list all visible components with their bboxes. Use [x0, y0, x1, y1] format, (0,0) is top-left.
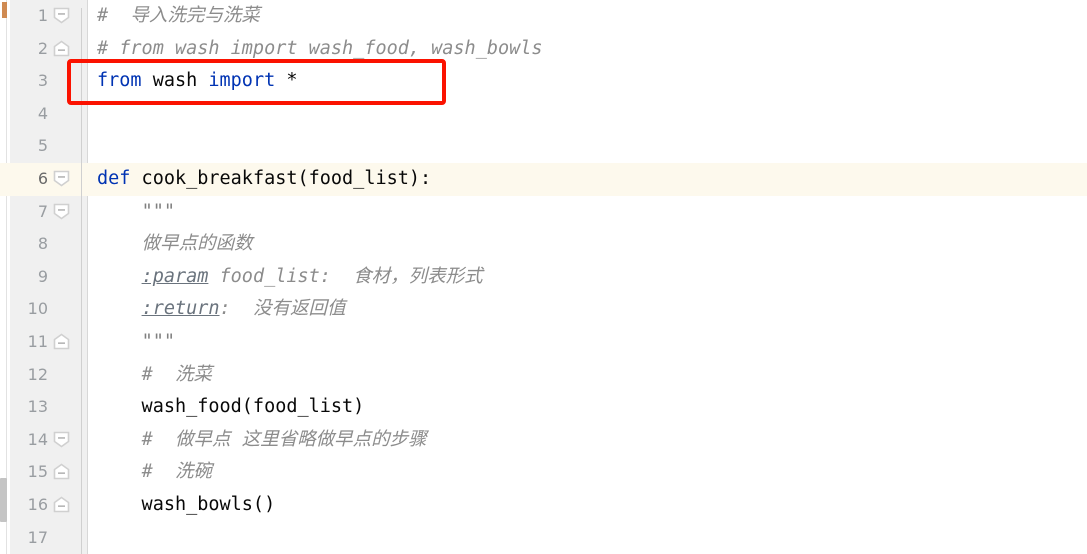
line-number: 14 [27, 429, 48, 449]
code-line-text: wash_bowls() [88, 489, 276, 522]
code-line-text: """ [88, 326, 175, 359]
code-token: def [97, 168, 131, 189]
code-line[interactable] [88, 98, 1087, 131]
line-number: 13 [27, 397, 48, 417]
code-line-text: 做早点的函数 [88, 228, 253, 261]
code-line-text: from wash import * [88, 65, 298, 98]
code-token: # 洗菜 [141, 363, 212, 385]
code-line[interactable]: # 洗碗 [88, 456, 1087, 489]
code-token: """ [141, 200, 175, 222]
code-token: # from wash import wash_food, wash_bowls [97, 37, 543, 59]
code-token: food_list: 食材，列表形式 [208, 265, 483, 287]
code-token: cook_breakfast(food_list): [130, 168, 432, 189]
code-line-text: # 做早点 这里省略做早点的步骤 [88, 424, 427, 457]
line-number: 3 [37, 71, 48, 91]
fold-start-icon[interactable] [53, 7, 70, 24]
fold-start-icon[interactable] [53, 203, 70, 220]
fold-connector-line [81, 8, 82, 554]
line-number: 2 [37, 38, 48, 58]
code-token: # 洗碗 [141, 461, 212, 483]
line-number: 7 [37, 201, 48, 221]
code-line[interactable]: # from wash import wash_food, wash_bowls [88, 33, 1087, 66]
code-token: * [275, 70, 298, 92]
code-line[interactable]: from wash import * [88, 65, 1087, 98]
fold-start-icon[interactable] [53, 431, 70, 448]
code-line-text: :param food_list: 食材，列表形式 [88, 261, 483, 294]
line-number: 16 [27, 495, 48, 514]
line-number: 10 [27, 299, 48, 319]
fold-end-icon[interactable] [53, 496, 70, 513]
code-token: # [97, 5, 120, 26]
code-token: 导入洗完与洗菜 [119, 5, 260, 26]
code-line[interactable]: :return: 没有返回值 [88, 293, 1087, 326]
code-line[interactable]: # 导入洗完与洗菜 [88, 0, 1087, 33]
line-number: 1 [37, 6, 48, 25]
code-line[interactable]: """ [88, 196, 1087, 229]
line-number: 5 [37, 136, 48, 156]
code-line[interactable]: wash_bowls() [88, 489, 1087, 522]
code-line[interactable]: # 做早点 这里省略做早点的步骤 [88, 424, 1087, 457]
code-line-text: # 导入洗完与洗菜 [88, 0, 260, 33]
code-line-text: wash_food(food_list) [88, 391, 365, 424]
fold-start-icon[interactable] [53, 170, 70, 187]
line-number: 8 [37, 234, 48, 254]
code-token: """ [141, 331, 175, 352]
code-token: wash_food(food_list) [97, 396, 365, 418]
code-token: from [97, 70, 142, 92]
code-token: import [208, 70, 276, 92]
code-token: :return [141, 298, 220, 320]
code-line-text: # 洗碗 [88, 456, 212, 489]
code-line[interactable]: """ [88, 326, 1087, 359]
code-token: 做早点的函数 [141, 233, 253, 255]
code-token: :param [141, 265, 209, 287]
code-line[interactable]: 做早点的函数 [88, 228, 1087, 261]
line-number: 6 [37, 169, 48, 188]
code-line[interactable]: wash_food(food_list) [88, 391, 1087, 424]
code-line[interactable]: # 洗菜 [88, 359, 1087, 392]
code-line-text: def cook_breakfast(food_list): [88, 163, 431, 196]
line-number: 12 [27, 364, 48, 384]
line-number: 9 [37, 266, 48, 286]
fold-end-icon[interactable] [53, 463, 70, 480]
code-line-text: :return: 没有返回值 [88, 293, 346, 326]
code-token: # 做早点 这里省略做早点的步骤 [141, 428, 427, 450]
line-number: 11 [27, 332, 48, 351]
fold-end-icon[interactable] [53, 40, 70, 57]
code-token: wash [141, 70, 209, 92]
fold-end-icon[interactable] [53, 333, 70, 350]
line-number: 4 [37, 103, 48, 123]
code-line-text: # 洗菜 [88, 359, 212, 392]
code-token: : 没有返回值 [219, 298, 346, 320]
code-line[interactable] [88, 522, 1087, 554]
line-number: 17 [27, 527, 48, 547]
code-line[interactable]: :param food_list: 食材，列表形式 [88, 261, 1087, 294]
code-line-text: """ [88, 196, 175, 229]
code-line-text: # from wash import wash_food, wash_bowls [88, 33, 543, 66]
code-line[interactable]: def cook_breakfast(food_list): [88, 163, 1087, 196]
code-token: wash_bowls() [97, 494, 276, 515]
code-editor[interactable]: 1 2 3 4 5 6 7 8 9 10 11 12 13 14 15 16 17 # 导入洗完与洗菜 # fro… [0, 0, 1087, 554]
line-number: 15 [27, 462, 48, 482]
code-line[interactable] [88, 130, 1087, 163]
